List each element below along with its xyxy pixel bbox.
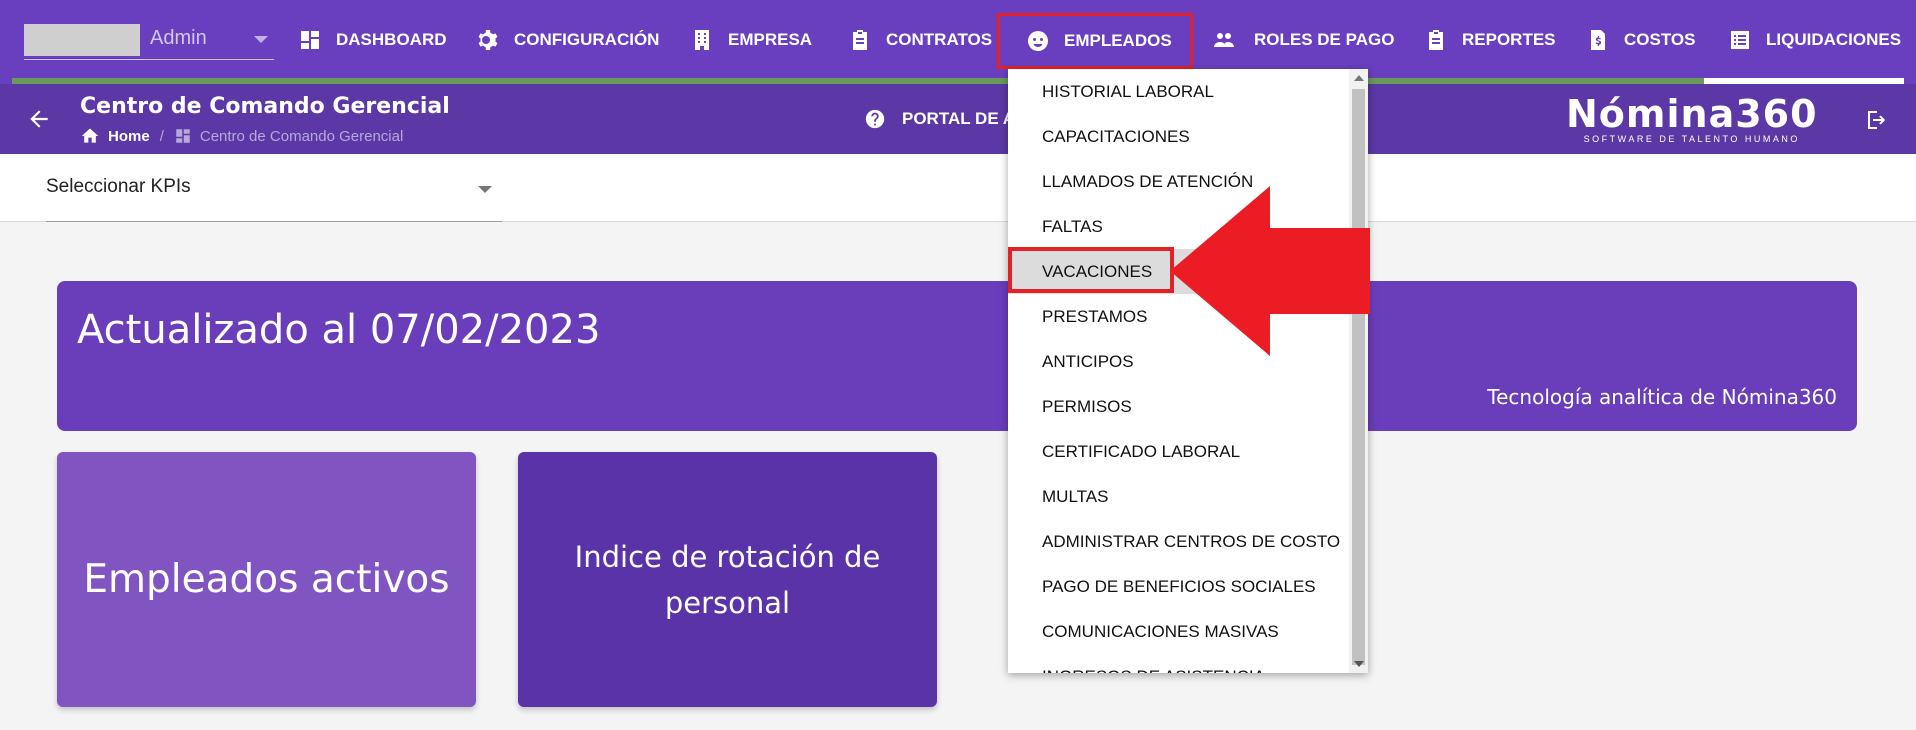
brand-logo: Nómina360 SOFTWARE DE TALENTO HUMANO [1566, 94, 1818, 144]
menu-item-certificado-laboral[interactable]: CERTIFICADO LABORAL [1008, 429, 1349, 474]
breadcrumb-current: Centro de Comando Gerencial [199, 127, 404, 145]
menu-item-permisos[interactable]: PERMISOS [1008, 384, 1349, 429]
kpi-select-value: Seleccionar KPIs [46, 176, 191, 197]
menu-item-capacitaciones[interactable]: CAPACITACIONES [1008, 114, 1349, 159]
vacaciones-highlight-box [1008, 247, 1174, 293]
nav-empresa-label: EMPRESA [728, 30, 813, 49]
filter-bar: Seleccionar KPIs [0, 154, 1916, 222]
kpi-card-label: Empleados activos [83, 557, 450, 602]
people-icon [1214, 33, 1234, 47]
nav-dashboard-label: DASHBOARD [336, 30, 447, 49]
grid-icon [301, 31, 319, 49]
menu-item-comunicaciones-masivas[interactable]: COMUNICACIONES MASIVAS [1008, 609, 1349, 654]
dropdown-scrollbar[interactable] [1349, 69, 1368, 673]
nav-liquidaciones-label: LIQUIDACIONES [1766, 30, 1902, 49]
menu-item-pago-de-beneficios-sociales[interactable]: PAGO DE BENEFICIOS SOCIALES [1008, 564, 1349, 609]
face-icon [1028, 31, 1048, 51]
clipboard-icon [1429, 30, 1443, 50]
scroll-thumb[interactable] [1352, 89, 1365, 665]
avatar [24, 24, 140, 56]
portal-label: PORTAL DE A [902, 109, 1016, 128]
arrow-left-icon[interactable] [26, 106, 52, 132]
grid-icon [176, 129, 190, 143]
home-icon [81, 128, 99, 143]
nav-configuracion[interactable]: CONFIGURACIÓN [476, 18, 659, 62]
banner-subtitle: Tecnología analítica de Nómina360 [1487, 385, 1837, 409]
nav-contratos-label: CONTRATOS [886, 30, 993, 49]
menu-item-administrar-centros-de-costo[interactable]: ADMINISTRAR CENTROS DE COSTO [1008, 519, 1349, 564]
nav-empleados[interactable]: EMPLEADOS [997, 13, 1193, 69]
logout-icon[interactable] [1864, 108, 1888, 132]
nav-liquidaciones[interactable]: LIQUIDACIONES [1728, 18, 1901, 62]
nav-costos-label: COSTOS [1624, 30, 1696, 49]
clipboard-icon [853, 30, 867, 50]
nav-roles-de-pago[interactable]: ROLES DE PAGO [1208, 18, 1394, 62]
list-icon [1731, 31, 1749, 49]
scroll-up-arrow-icon[interactable] [1354, 75, 1364, 81]
breadcrumb-separator: / [159, 127, 164, 145]
nav-costos[interactable]: COSTOS [1586, 18, 1695, 62]
invoice-icon [1591, 30, 1605, 50]
nav-empleados-label: EMPLEADOS [1064, 31, 1172, 50]
chevron-down-icon [254, 36, 268, 43]
help-circle-icon [865, 109, 885, 129]
brand-name: Nómina360 [1566, 92, 1818, 136]
scroll-down-arrow-icon[interactable] [1354, 661, 1364, 667]
update-banner: Actualizado al 07/02/2023 Tecnología ana… [57, 281, 1857, 431]
chevron-down-icon [478, 186, 492, 193]
kpi-select[interactable]: Seleccionar KPIs [46, 176, 502, 222]
user-selector[interactable]: Admin [24, 20, 274, 60]
nav-reportes-label: REPORTES [1462, 30, 1556, 49]
gear-icon [478, 30, 498, 50]
kpi-card-indice-rotacion[interactable]: Indice de rotación de personal [518, 452, 937, 707]
nav-configuracion-label: CONFIGURACIÓN [514, 30, 660, 49]
menu-item-ingresos-de-asistencia[interactable]: INGRESOS DE ASISTENCIA [1008, 654, 1349, 674]
breadcrumb-home[interactable]: Home [108, 128, 150, 145]
building-icon [695, 30, 709, 50]
breadcrumb: Home / Centro de Comando Gerencial [80, 126, 403, 146]
nav-empresa[interactable]: EMPRESA [690, 18, 812, 62]
user-name: Admin [150, 27, 207, 49]
nav-contratos[interactable]: CONTRATOS [848, 18, 992, 62]
nav-reportes[interactable]: REPORTES [1424, 18, 1556, 62]
menu-item-multas[interactable]: MULTAS [1008, 474, 1349, 519]
nav-dashboard[interactable]: DASHBOARD [298, 18, 447, 62]
menu-item-historial-laboral[interactable]: HISTORIAL LABORAL [1008, 69, 1349, 114]
banner-title: Actualizado al 07/02/2023 [77, 307, 601, 353]
kpi-card-label: Indice de rotación de personal [574, 539, 881, 620]
top-nav-bar: Admin DASHBOARD CONFIGURACIÓN EMPRESA CO… [0, 0, 1916, 84]
page-title: Centro de Comando Gerencial [80, 94, 450, 119]
empleados-dropdown-menu: HISTORIAL LABORAL CAPACITACIONES LLAMADO… [1008, 69, 1368, 673]
nav-roles-de-pago-label: ROLES DE PAGO [1254, 30, 1395, 49]
page-header: Centro de Comando Gerencial Home / Centr… [0, 84, 1916, 154]
portal-link[interactable]: PORTAL DE A [864, 108, 1015, 130]
brand-tagline: SOFTWARE DE TALENTO HUMANO [1583, 134, 1800, 144]
kpi-card-empleados-activos[interactable]: Empleados activos [57, 452, 476, 707]
annotation-arrow-icon [1170, 186, 1370, 356]
